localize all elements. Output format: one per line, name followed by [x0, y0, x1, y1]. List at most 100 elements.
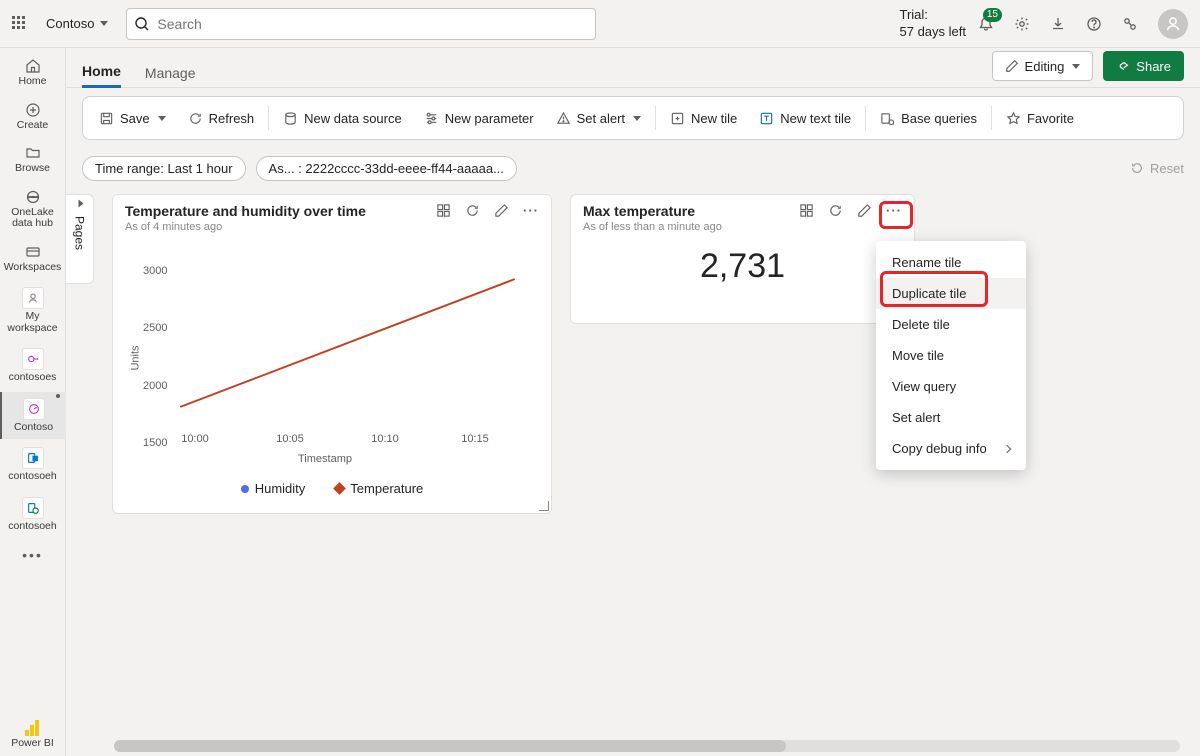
alert-icon: [556, 111, 571, 126]
download-button[interactable]: [1050, 16, 1066, 32]
rail-powerbi[interactable]: Power BI: [0, 714, 66, 756]
rail-workspaces[interactable]: Workspaces: [0, 238, 66, 280]
save-button[interactable]: Save: [89, 102, 176, 134]
chevron-right-icon: [78, 200, 83, 208]
reset-button[interactable]: Reset: [1130, 161, 1184, 176]
powerbi-icon: [25, 720, 41, 736]
refresh-tile-button[interactable]: [465, 203, 480, 218]
tab-manage[interactable]: Manage: [145, 59, 196, 87]
set-alert-button[interactable]: Set alert: [546, 102, 651, 134]
avatar[interactable]: [1158, 9, 1188, 39]
onelake-icon: [25, 189, 41, 205]
share-icon: [1116, 59, 1130, 73]
diamond-marker-icon: [333, 482, 346, 495]
rail-contosoeh-1[interactable]: contosoeh: [0, 441, 66, 489]
new-parameter-button[interactable]: New parameter: [414, 102, 544, 134]
trial-status: Trial: 57 days left: [900, 7, 967, 40]
rail-home[interactable]: Home: [0, 52, 66, 94]
tile-context-menu: Rename tile Duplicate tile Delete tile M…: [876, 241, 1026, 470]
rail-browse[interactable]: Browse: [0, 139, 66, 181]
save-icon: [99, 111, 114, 126]
tile-subtitle: As of less than a minute ago: [583, 221, 722, 233]
refresh-button[interactable]: Refresh: [178, 102, 265, 134]
notifications-button[interactable]: 15: [978, 16, 994, 32]
search-icon: [134, 16, 150, 32]
tab-home[interactable]: Home: [82, 57, 121, 88]
parameter-icon: [424, 111, 439, 126]
ctx-delete[interactable]: Delete tile: [876, 309, 1026, 340]
explore-data-button[interactable]: [436, 203, 451, 218]
favorite-button[interactable]: Favorite: [996, 102, 1084, 134]
folder-icon: [25, 145, 41, 161]
left-nav-rail: Home Create Browse OneLake data hub Work…: [0, 48, 66, 756]
ctx-duplicate[interactable]: Duplicate tile: [876, 278, 1026, 309]
rail-more[interactable]: •••: [0, 541, 66, 569]
new-text-tile-button[interactable]: New text tile: [749, 102, 861, 134]
dashboard-canvas: Temperature and humidity over time As of…: [94, 194, 1200, 756]
refresh-tile-button[interactable]: [828, 203, 843, 218]
more-tile-button[interactable]: ···: [886, 203, 902, 218]
document-area: Home Manage Editing Share Save Refresh: [66, 48, 1200, 756]
ctx-move[interactable]: Move tile: [876, 340, 1026, 371]
horizontal-scrollbar[interactable]: [114, 740, 1180, 752]
ctx-rename[interactable]: Rename tile: [876, 247, 1026, 278]
explore-data-button[interactable]: [799, 203, 814, 218]
help-button[interactable]: [1086, 16, 1102, 32]
top-bar: Contoso Trial: 57 days left 15: [0, 0, 1200, 48]
as-pill[interactable]: As... : 2222cccc-33dd-eeee-ff44-aaaaa...: [256, 156, 517, 181]
chevron-down-icon: [1072, 64, 1080, 69]
new-tile-button[interactable]: New tile: [660, 102, 747, 134]
pages-panel-toggle[interactable]: Pages: [66, 194, 94, 284]
feedback-button[interactable]: [1122, 16, 1138, 32]
edit-tile-button[interactable]: [494, 203, 509, 218]
kql-db-icon: [22, 447, 44, 469]
rail-contosoeh-2[interactable]: contosoeh: [0, 491, 66, 539]
ctx-view-query[interactable]: View query: [876, 371, 1026, 402]
chevron-down-icon: [158, 116, 166, 121]
circle-marker-icon: [241, 485, 249, 493]
dashboard-icon: [23, 398, 45, 420]
waffle-icon[interactable]: [12, 16, 28, 32]
new-data-source-button[interactable]: New data source: [273, 102, 412, 134]
tile-max-temperature[interactable]: Max temperature As of less than a minute…: [570, 194, 915, 324]
tile-subtitle: As of 4 minutes ago: [125, 221, 366, 233]
reset-icon: [1130, 161, 1144, 175]
more-tile-button[interactable]: ···: [523, 203, 539, 218]
share-button[interactable]: Share: [1103, 51, 1184, 81]
ctx-set-alert[interactable]: Set alert: [876, 402, 1026, 433]
rail-my-workspace[interactable]: My workspace: [0, 281, 66, 340]
chevron-right-icon: [1003, 444, 1011, 452]
resize-handle[interactable]: [539, 501, 549, 511]
pencil-icon: [1005, 59, 1019, 73]
header-actions: 15: [978, 9, 1188, 39]
edit-tile-button[interactable]: [857, 203, 872, 218]
ribbon: Save Refresh New data source New paramet…: [82, 96, 1184, 140]
base-queries-button[interactable]: Base queries: [870, 102, 987, 134]
notifications-badge: 15: [983, 8, 1002, 22]
queries-icon: [880, 111, 895, 126]
rail-contoso[interactable]: Contoso: [0, 392, 66, 440]
metric-value: 2,731: [583, 233, 902, 290]
time-range-pill[interactable]: Time range: Last 1 hour: [82, 156, 246, 181]
tile-temperature-humidity[interactable]: Temperature and humidity over time As of…: [112, 194, 552, 514]
eventhouse-icon: [22, 497, 44, 519]
refresh-icon: [188, 111, 203, 126]
rail-create[interactable]: Create: [0, 96, 66, 138]
eventstream-icon: [22, 348, 44, 370]
editing-mode-button[interactable]: Editing: [992, 51, 1094, 81]
rail-onelake[interactable]: OneLake data hub: [0, 183, 66, 236]
search-input[interactable]: [126, 8, 596, 40]
unsaved-dot-icon: [56, 394, 60, 398]
filter-bar: Time range: Last 1 hour As... : 2222cccc…: [82, 150, 1184, 186]
legend-humidity: Humidity: [241, 481, 306, 496]
ctx-copy-debug[interactable]: Copy debug info: [876, 433, 1026, 464]
workspaces-icon: [25, 244, 41, 260]
rail-contosoes[interactable]: contosoes: [0, 342, 66, 390]
workspace-switcher[interactable]: Contoso: [40, 12, 114, 35]
chart-legend: Humidity Temperature: [125, 477, 539, 500]
scrollbar-thumb[interactable]: [114, 740, 786, 752]
chevron-down-icon: [633, 116, 641, 121]
search-box: [126, 8, 596, 40]
settings-button[interactable]: [1014, 16, 1030, 32]
pages-label: Pages: [73, 216, 87, 250]
